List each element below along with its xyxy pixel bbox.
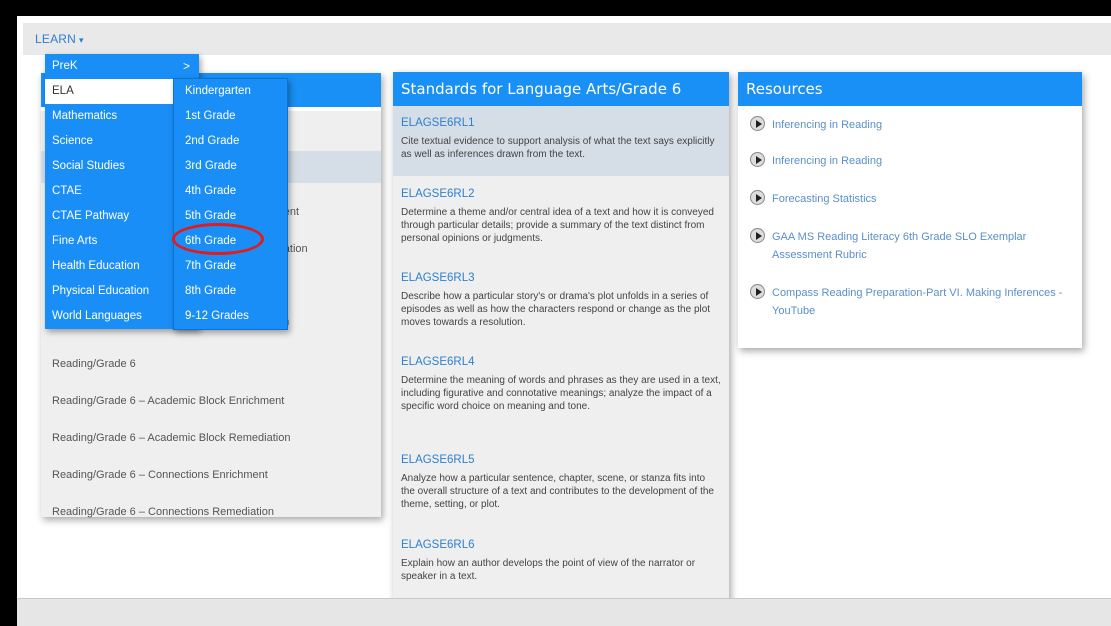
highlight-annotation-ring [172, 223, 264, 255]
menu-item-label: Social Studies [52, 160, 125, 172]
top-nav-bar: LEARN ▾ [23, 23, 1111, 55]
resource-link[interactable]: Compass Reading Preparation-Part VI. Mak… [750, 284, 1070, 320]
standard-text: Analyze how a particular sentence, chapt… [401, 473, 714, 510]
course-item[interactable]: Reading/Grade 6 – Connections Enrichment [52, 469, 268, 481]
grade-submenu: Kindergarten 1st Grade 2nd Grade 3rd Gra… [173, 78, 288, 330]
menu-item-label: Science [52, 135, 93, 147]
standard-code[interactable]: ELAGSE6RL1 [401, 117, 721, 129]
standard-text: Cite textual evidence to support analysi… [401, 136, 715, 160]
resource-link[interactable]: GAA MS Reading Literacy 6th Grade SLO Ex… [750, 228, 1070, 264]
grade-item-9-12[interactable]: 9-12 Grades [174, 304, 287, 329]
menu-item-label: Physical Education [52, 285, 150, 297]
chevron-right-icon: > [182, 59, 190, 73]
resource-link[interactable]: Inferencing in Reading [750, 116, 1070, 134]
standard-code[interactable]: ELAGSE6RL6 [401, 539, 721, 551]
standard-text: Determine the meaning of words and phras… [401, 375, 721, 412]
standard-text: Explain how an author develops the point… [401, 558, 696, 582]
grade-item-4th[interactable]: 4th Grade [174, 179, 287, 204]
grade-item-3rd[interactable]: 3rd Grade [174, 154, 287, 179]
grade-item-kindergarten[interactable]: Kindergarten [174, 79, 287, 104]
standard-item[interactable]: ELAGSE6RL2 Determine a theme and/or cent… [393, 188, 729, 245]
standard-code[interactable]: ELAGSE6RL3 [401, 272, 721, 284]
resources-list: Inferencing in Reading Inferencing in Re… [738, 106, 1082, 348]
resource-label[interactable]: Compass Reading Preparation-Part VI. Mak… [772, 284, 1070, 320]
standard-item[interactable]: ELAGSE6RL3 Describe how a particular sto… [393, 272, 729, 329]
menu-item-label: World Languages [52, 310, 142, 322]
play-icon [750, 152, 765, 167]
resource-link[interactable]: Inferencing in Reading [750, 152, 1070, 170]
standard-item[interactable]: ELAGSE6RL4 Determine the meaning of word… [393, 356, 729, 413]
course-item[interactable]: Reading/Grade 6 – Connections Remediatio… [52, 506, 274, 518]
play-icon [750, 116, 765, 131]
resource-label[interactable]: Forecasting Statistics [772, 190, 1070, 208]
standard-item[interactable]: ELAGSE6RL1 Cite textual evidence to supp… [393, 106, 729, 176]
menu-item-label: ELA [52, 85, 74, 97]
play-icon [750, 284, 765, 299]
grade-item-8th[interactable]: 8th Grade [174, 279, 287, 304]
standards-list: ELAGSE6RL1 Cite textual evidence to supp… [393, 106, 729, 598]
menu-item-label: CTAE [52, 185, 82, 197]
standard-item[interactable]: ELAGSE6RL5 Analyze how a particular sent… [393, 454, 729, 511]
resource-label[interactable]: GAA MS Reading Literacy 6th Grade SLO Ex… [772, 228, 1070, 264]
standard-code[interactable]: ELAGSE6RL5 [401, 454, 721, 466]
chevron-down-icon: ▾ [79, 35, 84, 45]
standard-code[interactable]: ELAGSE6RL2 [401, 188, 721, 200]
menu-item-label: Health Education [52, 260, 140, 272]
bottom-status-bar [17, 598, 1111, 626]
course-item[interactable]: Reading/Grade 6 – Academic Block Remedia… [52, 432, 290, 444]
standards-panel: Standards for Language Arts/Grade 6 ELAG… [393, 72, 729, 598]
menu-item-label: PreK [52, 60, 78, 72]
grade-item-2nd[interactable]: 2nd Grade [174, 129, 287, 154]
menu-item-label: CTAE Pathway [52, 210, 130, 222]
learn-menu-button[interactable]: LEARN ▾ [35, 32, 84, 46]
resource-link[interactable]: Forecasting Statistics [750, 190, 1070, 208]
learn-label: LEARN [35, 32, 77, 46]
menu-item-prek[interactable]: PreK > [45, 54, 199, 79]
play-icon [750, 190, 765, 205]
app-viewport: LEARN▾ chment nediation nent iation Read… [17, 16, 1111, 598]
resources-panel: Resources Inferencing in Reading Inferen… [738, 72, 1082, 348]
standard-text: Describe how a particular story's or dra… [401, 291, 711, 328]
resource-label[interactable]: Inferencing in Reading [772, 152, 1070, 170]
standards-title: Standards for Language Arts/Grade 6 [393, 72, 729, 106]
resources-title: Resources [738, 72, 1082, 106]
grade-item-7th[interactable]: 7th Grade [174, 254, 287, 279]
menu-item-label: Fine Arts [52, 235, 98, 247]
play-icon [750, 228, 765, 243]
standard-text: Determine a theme and/or central idea of… [401, 207, 714, 244]
standard-code[interactable]: ELAGSE6RL4 [401, 356, 721, 368]
course-item[interactable]: Reading/Grade 6 – Academic Block Enrichm… [52, 395, 284, 407]
standard-item[interactable]: ELAGSE6RL6 Explain how an author develop… [393, 539, 729, 583]
course-item[interactable]: Reading/Grade 6 [52, 358, 136, 370]
grade-item-1st[interactable]: 1st Grade [174, 104, 287, 129]
resource-label[interactable]: Inferencing in Reading [772, 116, 1070, 134]
menu-item-label: Mathematics [52, 110, 118, 122]
